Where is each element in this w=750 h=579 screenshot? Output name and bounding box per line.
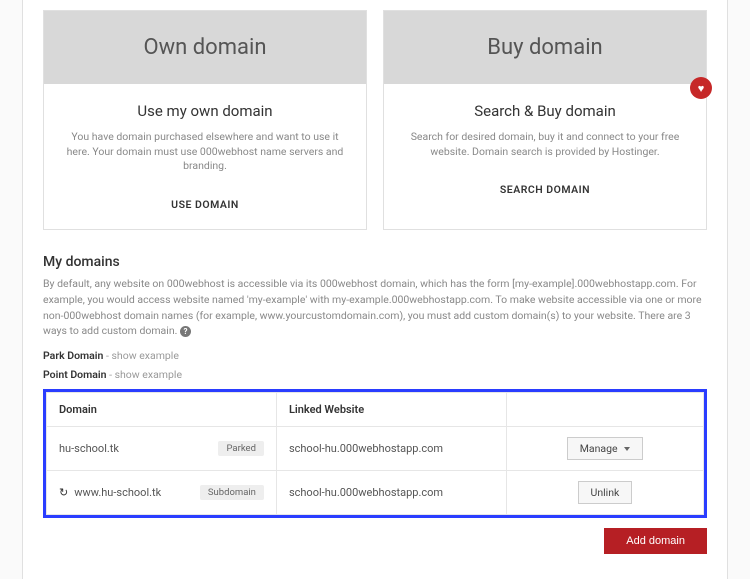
help-icon[interactable]: ? [180, 326, 191, 337]
buy-domain-card: Buy domain ♥ Search & Buy domain Search … [383, 10, 707, 230]
point-domain-row: Point Domain - show example [43, 368, 707, 381]
add-domain-button[interactable]: Add domain [604, 528, 707, 554]
manage-button[interactable]: Manage [567, 437, 643, 460]
point-domain-show-example[interactable]: show example [115, 368, 182, 381]
domain-cell: ↻ www.hu-school.tk Subdomain [59, 485, 264, 500]
domains-table-highlight: Domain Linked Website hu-school.tk Parke… [43, 389, 707, 518]
point-domain-label: Point Domain [43, 368, 106, 381]
domain-tag-parked: Parked [218, 441, 263, 456]
search-domain-button[interactable]: SEARCH DOMAIN [402, 177, 688, 202]
park-domain-sep: - [103, 349, 111, 362]
park-domain-row: Park Domain - show example [43, 349, 707, 362]
use-domain-button[interactable]: USE DOMAIN [62, 192, 348, 217]
table-header-row: Domain Linked Website [47, 393, 704, 427]
buy-domain-header: Buy domain [384, 11, 706, 84]
own-domain-card: Own domain Use my own domain You have do… [43, 10, 367, 230]
buy-domain-title: Search & Buy domain [402, 102, 688, 120]
my-domains-title: My domains [43, 254, 707, 270]
domain-tag-subdomain: Subdomain [200, 485, 264, 500]
add-domain-row: Add domain [43, 528, 707, 554]
domain-cell: hu-school.tk Parked [59, 441, 264, 456]
own-domain-desc: You have domain purchased elsewhere and … [62, 130, 348, 174]
own-domain-body: Use my own domain You have domain purcha… [44, 84, 366, 229]
unlink-button[interactable]: Unlink [578, 481, 633, 504]
park-domain-show-example[interactable]: show example [112, 349, 179, 362]
table-row: hu-school.tk Parked school-hu.000webhost… [47, 427, 704, 471]
table-row: ↻ www.hu-school.tk Subdomain school-hu.0… [47, 471, 704, 515]
header-linked: Linked Website [276, 393, 506, 427]
chevron-down-icon [624, 447, 630, 451]
header-actions [506, 393, 703, 427]
linked-website: school-hu.000webhostapp.com [276, 471, 506, 515]
linked-website: school-hu.000webhostapp.com [276, 427, 506, 471]
my-domains-desc: By default, any website on 000webhost is… [43, 276, 707, 339]
page-container: Own domain Use my own domain You have do… [22, 0, 728, 579]
heart-icon[interactable]: ♥ [690, 77, 712, 99]
own-domain-title: Use my own domain [62, 102, 348, 120]
option-cards: Own domain Use my own domain You have do… [43, 10, 707, 230]
buy-domain-body: Search & Buy domain Search for desired d… [384, 84, 706, 214]
my-domains-desc-text: By default, any website on 000webhost is… [43, 277, 702, 337]
unlink-button-label: Unlink [591, 486, 620, 499]
header-domain: Domain [47, 393, 277, 427]
manage-button-label: Manage [580, 442, 618, 455]
buy-domain-desc: Search for desired domain, buy it and co… [402, 130, 688, 159]
point-domain-sep: - [106, 368, 114, 381]
domain-name: www.hu-school.tk [74, 486, 161, 499]
domains-table: Domain Linked Website hu-school.tk Parke… [46, 392, 704, 515]
domain-name: hu-school.tk [59, 442, 119, 455]
park-domain-label: Park Domain [43, 349, 103, 362]
subdomain-arrow-icon: ↻ [59, 486, 68, 499]
own-domain-header: Own domain [44, 11, 366, 84]
